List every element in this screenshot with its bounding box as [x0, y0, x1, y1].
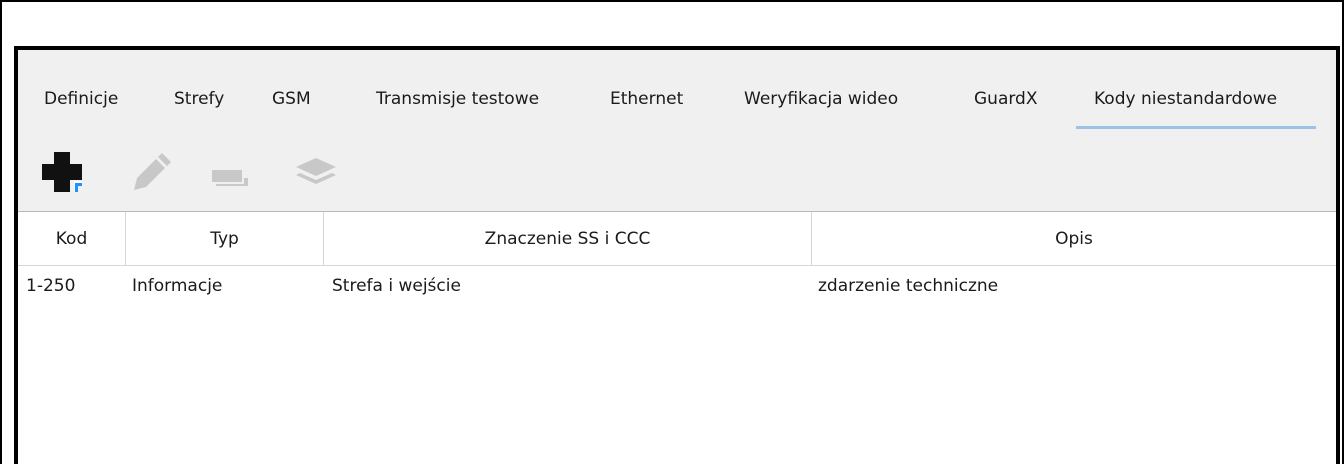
- add-icon: [42, 152, 82, 192]
- cell-znaczenie: Strefa i wejście: [332, 276, 461, 296]
- edit-button[interactable]: [120, 148, 176, 194]
- remove-button[interactable]: [202, 148, 258, 194]
- outer-window-frame: Definicje Strefy GSM Transmisje testowe …: [0, 0, 1344, 464]
- column-header-opis[interactable]: Opis: [812, 212, 1336, 266]
- tab-strefy[interactable]: Strefy: [174, 50, 224, 130]
- tab-definicje[interactable]: Definicje: [44, 50, 118, 130]
- tab-gsm[interactable]: GSM: [272, 50, 311, 130]
- tab-weryfikacja-wideo[interactable]: Weryfikacja wideo: [744, 50, 898, 130]
- cell-typ: Informacje: [132, 276, 223, 296]
- add-button[interactable]: [36, 148, 92, 194]
- tab-guardx[interactable]: GuardX: [974, 50, 1038, 130]
- settings-panel: Definicje Strefy GSM Transmisje testowe …: [14, 46, 1340, 464]
- table-header: Kod Typ Znaczenie SS i CCC Opis: [18, 212, 1336, 266]
- layers-button[interactable]: [288, 148, 344, 194]
- remove-icon: [212, 170, 248, 186]
- table-row[interactable]: 1-250 Informacje Strefa i wejście zdarze…: [18, 266, 1336, 302]
- custom-codes-table: Kod Typ Znaczenie SS i CCC Opis 1-250 In…: [18, 212, 1336, 464]
- toolbar: [18, 130, 1336, 212]
- tab-kody-niestandardowe[interactable]: Kody niestandardowe: [1076, 50, 1316, 130]
- tab-ethernet[interactable]: Ethernet: [610, 50, 683, 130]
- column-header-kod[interactable]: Kod: [18, 212, 126, 266]
- tab-bar: Definicje Strefy GSM Transmisje testowe …: [18, 50, 1336, 130]
- cell-opis: zdarzenie techniczne: [818, 276, 999, 296]
- layers-icon: [296, 158, 336, 184]
- edit-pencil-icon: [134, 153, 171, 190]
- column-header-typ[interactable]: Typ: [126, 212, 324, 266]
- cell-kod: 1-250: [26, 276, 76, 296]
- tab-transmisje-testowe[interactable]: Transmisje testowe: [376, 50, 539, 130]
- column-header-znaczenie[interactable]: Znaczenie SS i CCC: [324, 212, 812, 266]
